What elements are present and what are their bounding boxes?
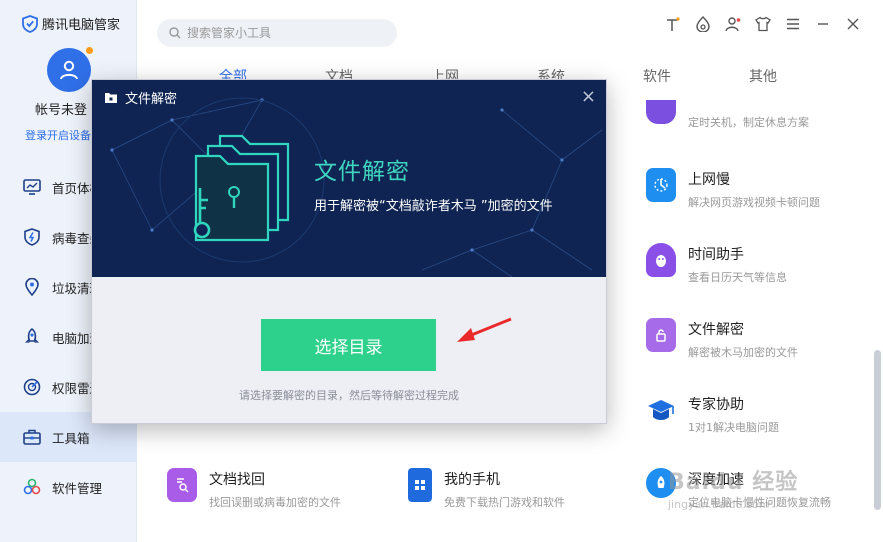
shield-bolt-icon <box>23 228 41 246</box>
tool-desc: 解决网页游戏视频卡顿问题 <box>688 196 820 209</box>
folder-key-illustration <box>193 134 290 242</box>
location-pin-icon <box>23 278 41 296</box>
window-controls <box>663 14 863 34</box>
document-search-icon <box>167 468 197 502</box>
sidebar-item-software-manage[interactable]: 软件管理 <box>0 462 137 512</box>
notification-dot <box>86 47 93 54</box>
tool-desc: 定时关机，制定休息方案 <box>688 116 809 129</box>
apps-icon <box>23 478 41 496</box>
app-title: 腾讯电脑管家 <box>42 18 121 33</box>
radar-icon <box>23 378 41 396</box>
sidebar-item-label: 工具箱 <box>52 430 90 446</box>
graduation-cap-icon <box>646 393 676 427</box>
tool-desc: 查看日历天气等信息 <box>688 271 787 284</box>
sidebar-item-label: 软件管理 <box>52 480 103 496</box>
toolbox-icon <box>23 428 41 446</box>
tool-time-helper[interactable]: 时间助手 查看日历天气等信息 <box>646 243 787 285</box>
folder-lock-icon <box>105 92 117 103</box>
search-bar[interactable] <box>157 19 397 47</box>
menu-icon[interactable] <box>783 14 803 34</box>
red-arrow-annotation <box>457 317 512 342</box>
tool-title: 文件解密 <box>688 322 744 338</box>
login-link[interactable]: 登录开启设备 <box>25 127 91 143</box>
tshirt-skin-icon[interactable] <box>753 14 773 34</box>
choose-directory-button[interactable]: 选择目录 <box>261 319 436 371</box>
tool-title: 专家协助 <box>688 397 744 413</box>
tool-title: 文档找回 <box>209 472 265 488</box>
tool-desc: 解密被木马加密的文件 <box>688 346 798 359</box>
app-brand: 腾讯电脑管家 <box>22 14 120 33</box>
tool-title: 上网慢 <box>688 172 730 188</box>
minimize-icon[interactable] <box>813 14 833 34</box>
dialog-title-bar: 文件解密 <box>104 88 177 107</box>
phone-icon <box>408 468 432 502</box>
rocket-icon <box>23 328 41 346</box>
dialog-hint: 请选择要解密的目录，然后等待解密过程完成 <box>239 389 459 402</box>
avatar[interactable] <box>47 47 93 92</box>
tool-title: 我的手机 <box>444 472 500 488</box>
username: 帐号未登 <box>35 103 88 118</box>
tool-title: 时间助手 <box>688 247 744 263</box>
tool-doc-recover[interactable]: 文档找回 找回误删或病毒加密的文件 <box>167 468 341 510</box>
watermark-url: jingyan.baidu.com <box>668 498 770 511</box>
dialog-title: 文件解密 <box>125 92 178 107</box>
file-decrypt-dialog: 文件解密 × 文件解密 用于解密被“文档敲诈者木马 ”加密的文件 选择目录 请选… <box>91 79 607 424</box>
tool-desc: 找回误删或病毒加密的文件 <box>209 496 341 509</box>
tool-my-phone[interactable]: 我的手机 免费下载热门游戏和软件 <box>408 468 565 510</box>
close-icon[interactable] <box>843 14 863 34</box>
scrollbar[interactable] <box>874 350 881 510</box>
user-settings-icon[interactable] <box>723 14 743 34</box>
timer-icon <box>646 100 676 124</box>
tool-file-decrypt[interactable]: 文件解密 解密被木马加密的文件 <box>646 318 798 360</box>
search-icon <box>169 27 181 39</box>
dialog-header: 文件解密 × 文件解密 用于解密被“文档敲诈者木马 ”加密的文件 <box>92 80 606 277</box>
tool-desc: 免费下载热门游戏和软件 <box>444 496 565 509</box>
flame-icon[interactable] <box>693 14 713 34</box>
user-icon <box>60 60 78 80</box>
hammer-icon[interactable] <box>663 14 683 34</box>
tool-shutdown[interactable]: 定时关机，制定休息方案 <box>646 100 809 130</box>
tab-software[interactable]: 软件 <box>604 66 710 96</box>
network-speed-icon <box>646 168 676 202</box>
hero-subtitle: 用于解密被“文档敲诈者木马 ”加密的文件 <box>314 199 553 214</box>
brand-shield-icon <box>22 14 38 33</box>
dialog-close-icon[interactable]: × <box>581 86 596 107</box>
folder-lock-icon <box>646 318 676 352</box>
penguin-icon <box>646 243 676 277</box>
tool-slow-net[interactable]: 上网慢 解决网页游戏视频卡顿问题 <box>646 168 820 210</box>
tool-desc: 1对1解决电脑问题 <box>688 421 779 434</box>
search-input[interactable] <box>187 26 387 40</box>
watermark: Baidu 经验 jingyan.baidu.com <box>668 464 798 511</box>
hero-title: 文件解密 <box>314 159 410 185</box>
monitor-icon <box>23 178 41 196</box>
tab-other[interactable]: 其他 <box>710 66 816 96</box>
watermark-title: Baidu 经验 <box>668 470 799 495</box>
tool-expert-help[interactable]: 专家协助 1对1解决电脑问题 <box>646 393 779 435</box>
